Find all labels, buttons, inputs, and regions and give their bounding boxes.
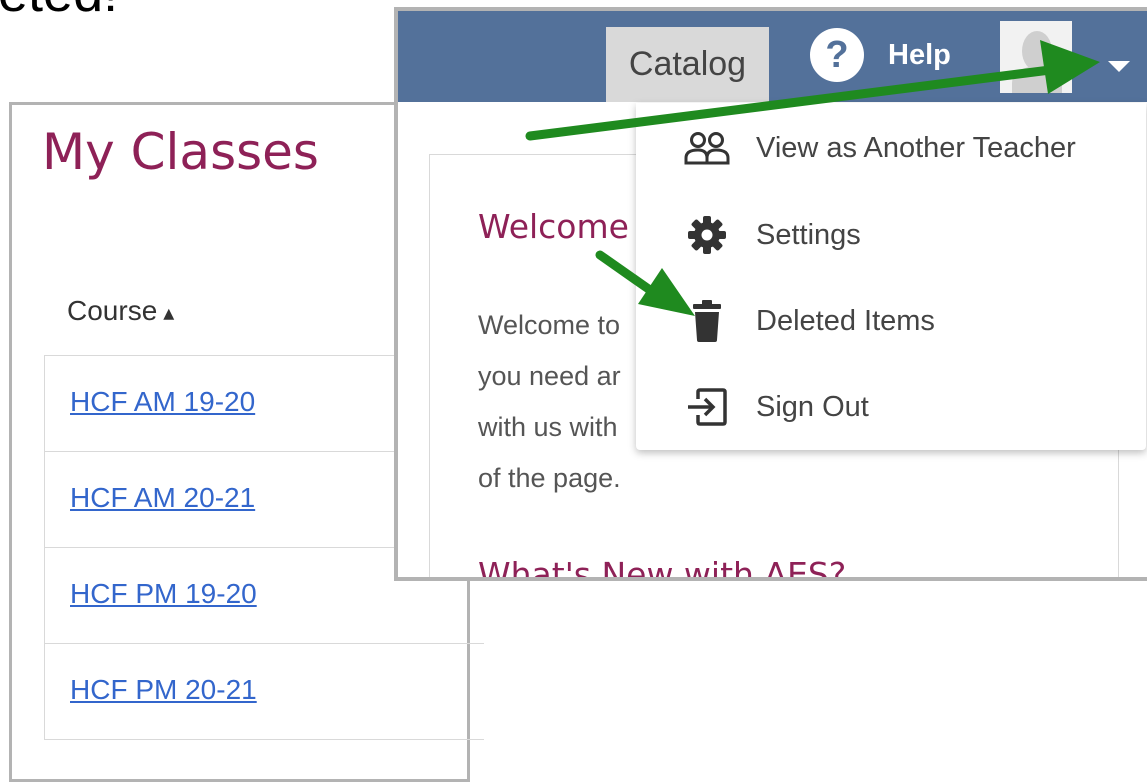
menu-item-sign-out[interactable]: Sign Out bbox=[636, 367, 1146, 447]
menu-item-label: View as Another Teacher bbox=[756, 131, 1076, 164]
chevron-down-icon[interactable] bbox=[1108, 61, 1130, 72]
course-link[interactable]: HCF AM 19-20 bbox=[70, 386, 255, 418]
menu-item-view-as-teacher[interactable]: View as Another Teacher bbox=[636, 108, 1146, 188]
account-dropdown-menu: View as Another Teacher Settings Deleted… bbox=[636, 103, 1146, 450]
course-link[interactable]: HCF PM 20-21 bbox=[70, 674, 257, 706]
avatar[interactable] bbox=[1000, 21, 1072, 93]
course-link[interactable]: HCF PM 19-20 bbox=[70, 578, 257, 610]
welcome-line: Welcome to bbox=[478, 310, 621, 340]
avatar-head bbox=[1022, 31, 1052, 71]
welcome-line: of the page. bbox=[478, 463, 621, 493]
top-navbar: Catalog ? Help bbox=[398, 11, 1147, 102]
course-column-header[interactable]: Course ▴︎ bbox=[67, 295, 174, 327]
course-column-label: Course bbox=[67, 295, 158, 326]
welcome-text: Welcome to you need ar with us with of t… bbox=[478, 300, 621, 504]
help-button[interactable]: ? Help bbox=[810, 25, 951, 85]
course-link[interactable]: HCF AM 20-21 bbox=[70, 482, 255, 514]
partial-heading: eted! bbox=[0, 0, 118, 24]
welcome-line: you need ar bbox=[478, 361, 621, 391]
catalog-button[interactable]: Catalog bbox=[606, 27, 769, 102]
menu-item-label: Settings bbox=[756, 218, 861, 251]
table-row: HCF PM 20-21 bbox=[44, 644, 484, 740]
menu-item-label: Sign Out bbox=[756, 390, 869, 423]
trash-icon bbox=[682, 299, 732, 343]
avatar-body bbox=[1012, 67, 1062, 93]
people-icon bbox=[682, 126, 732, 170]
sort-icon[interactable]: ▴︎ bbox=[163, 300, 174, 325]
welcome-line: with us with bbox=[478, 412, 618, 442]
sign-out-icon bbox=[682, 385, 732, 429]
menu-item-deleted-items[interactable]: Deleted Items bbox=[636, 281, 1146, 361]
welcome-title: Welcome bbox=[478, 207, 629, 246]
account-menu-window: Catalog ? Help Welcome Welcome to you ne… bbox=[394, 7, 1147, 581]
help-icon: ? bbox=[810, 28, 864, 82]
gear-icon bbox=[682, 213, 732, 257]
menu-item-settings[interactable]: Settings bbox=[636, 195, 1146, 275]
whats-new-heading: What's New with AES? bbox=[478, 555, 847, 581]
menu-item-label: Deleted Items bbox=[756, 304, 935, 337]
page-title: My Classes bbox=[42, 123, 319, 181]
help-label: Help bbox=[888, 38, 951, 71]
